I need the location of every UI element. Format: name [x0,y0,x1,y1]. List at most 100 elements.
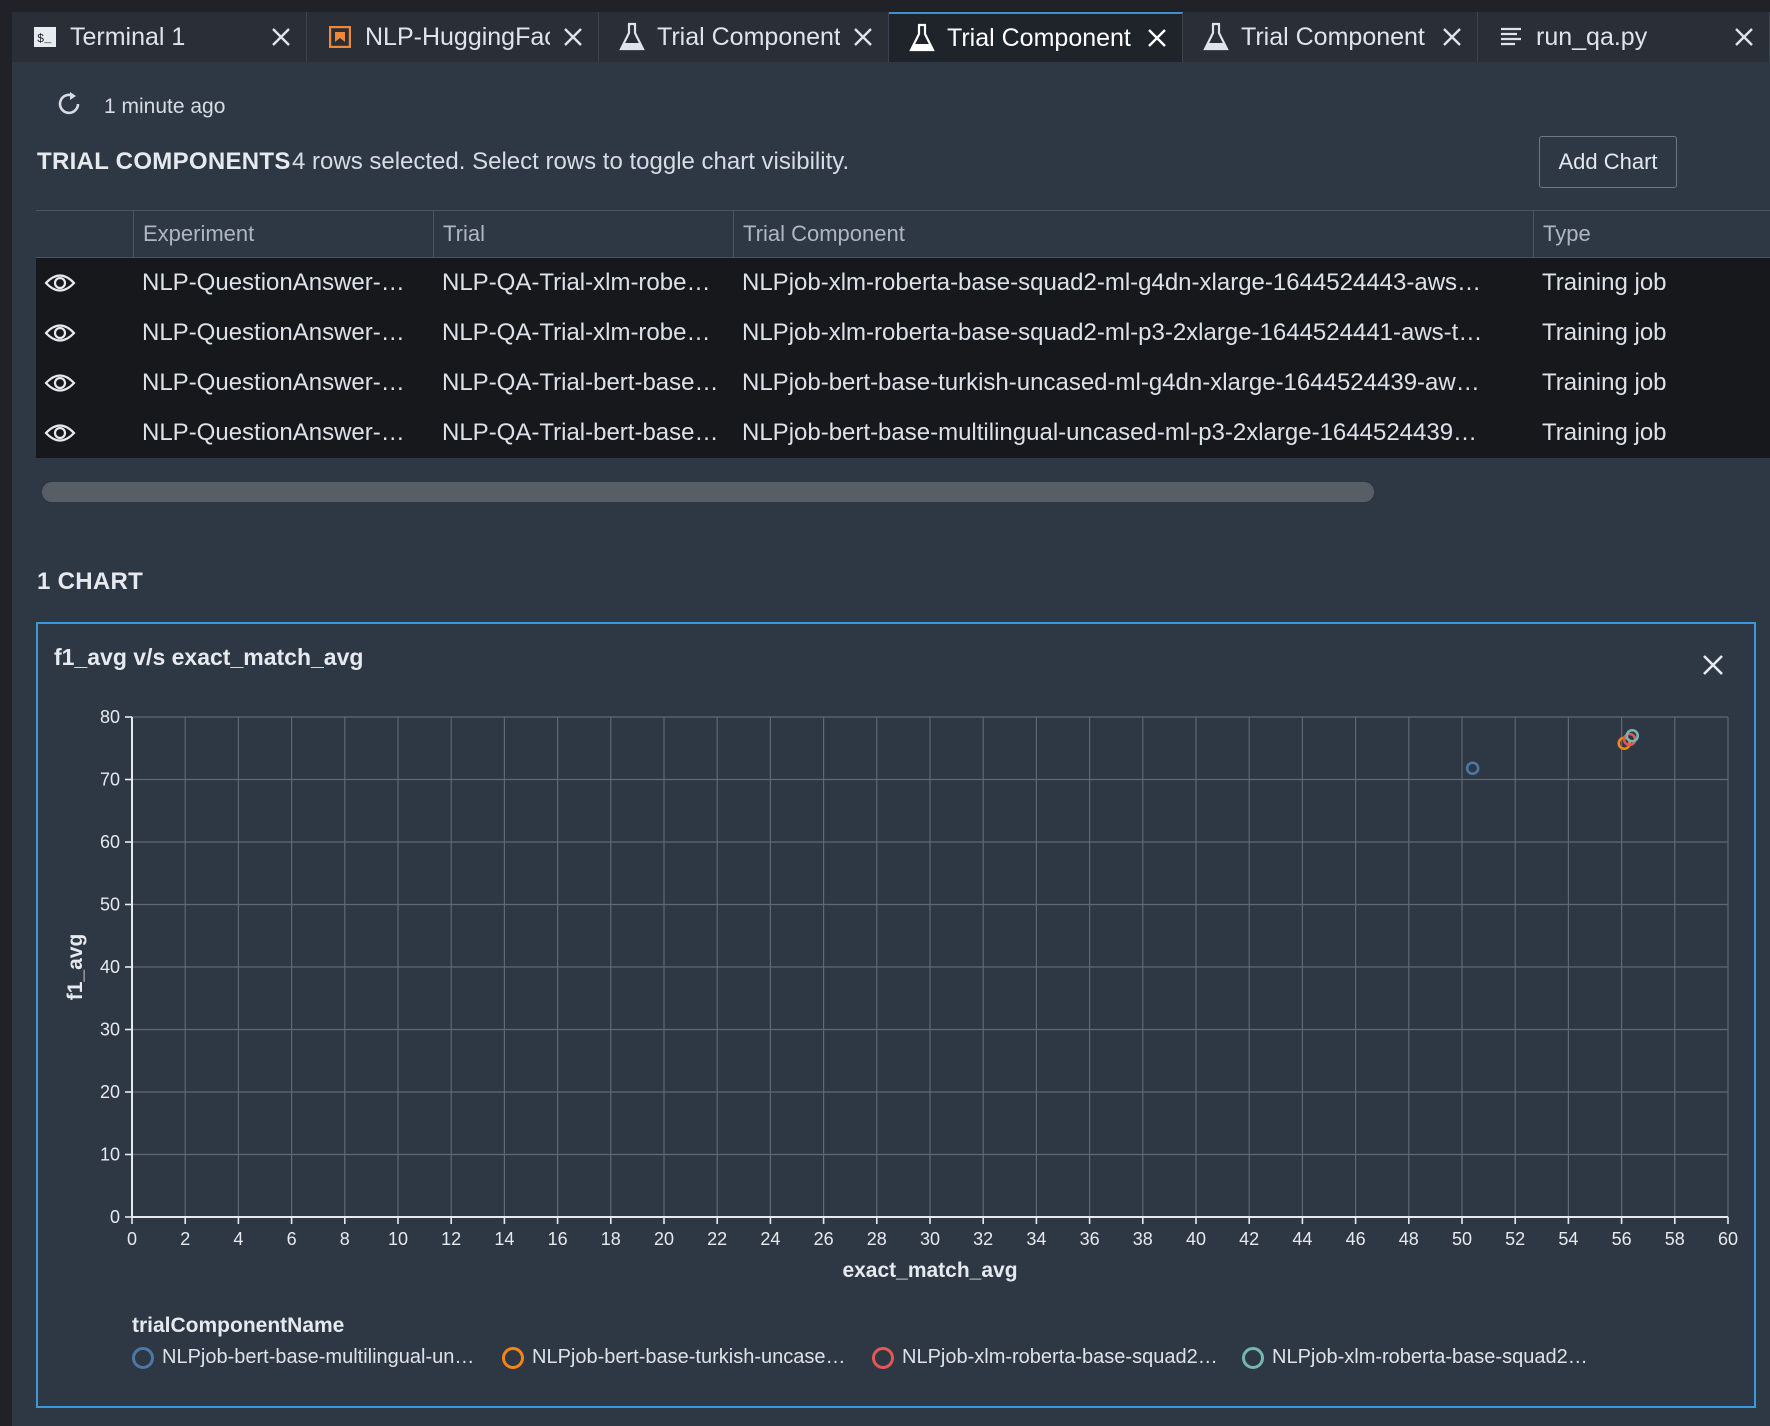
x-tick-label: 26 [814,1229,834,1249]
horizontal-scrollbar[interactable] [42,482,1374,502]
column-header-type[interactable]: Type [1533,211,1770,257]
x-tick-label: 50 [1452,1229,1472,1249]
x-tick-label: 12 [441,1229,461,1249]
tab-label: Trial Component [947,23,1131,52]
legend-swatch [872,1346,894,1369]
x-tick-label: 44 [1292,1229,1312,1249]
legend-item[interactable]: NLPjob-xlm-roberta-base-squad2… [1242,1346,1612,1369]
experiment-cell: NLP-QuestionAnswer-… [142,369,405,396]
tab-terminal[interactable]: $_ Terminal 1 [12,12,307,62]
legend-swatch [502,1346,524,1369]
close-icon[interactable] [1729,22,1759,52]
column-header-visibility [36,211,133,257]
column-header-experiment[interactable]: Experiment [133,211,433,257]
flask-icon [909,23,935,53]
x-tick-label: 6 [287,1229,297,1249]
x-tick-label: 38 [1133,1229,1153,1249]
x-tick-label: 18 [601,1229,621,1249]
eye-icon[interactable] [36,372,133,394]
table-row[interactable]: NLP-QuestionAnswer-… NLP-QA-Trial-bert-b… [36,358,1770,408]
legend-label: NLPjob-bert-base-turkish-uncase… [532,1346,846,1368]
column-header-trial[interactable]: Trial [433,211,733,257]
type-cell: Training job [1542,269,1667,296]
table-row[interactable]: NLP-QuestionAnswer-… NLP-QA-Trial-xlm-ro… [36,308,1770,358]
close-icon[interactable] [1437,22,1467,52]
notebook-icon [327,22,353,52]
trial-cell: NLP-QA-Trial-bert-base… [442,419,719,446]
tab-label: Trial Component [1241,22,1425,51]
x-tick-label: 16 [548,1229,568,1249]
scatter-plot: 0 2 4 6 8 10 12 14 16 18 20 22 24 26 28 30 32 34 36 38 40 42 4… [64,707,1738,1282]
y-tick-label: 30 [100,1020,120,1040]
x-tick-label: 4 [233,1229,243,1249]
close-icon[interactable] [1142,23,1172,53]
x-tick-label: 52 [1505,1229,1525,1249]
last-refreshed-text: 1 minute ago [104,94,226,118]
trial-component-cell: NLPjob-xlm-roberta-base-squad2-ml-p3-2xl… [742,319,1483,346]
trial-component-cell: NLPjob-xlm-roberta-base-squad2-ml-g4dn-x… [742,269,1482,296]
type-cell: Training job [1542,419,1667,446]
x-tick-label: 32 [973,1229,993,1249]
x-tick-label: 36 [1080,1229,1100,1249]
x-tick-label: 20 [654,1229,674,1249]
text-file-icon [1498,22,1524,52]
experiment-cell: NLP-QuestionAnswer-… [142,319,405,346]
x-tick-label: 0 [127,1229,137,1249]
tab-run-qa[interactable]: run_qa.py [1478,12,1770,62]
trial-cell: NLP-QA-Trial-bert-base… [442,369,719,396]
tab-label: Trial Component [657,22,840,51]
legend-item[interactable]: NLPjob-xlm-roberta-base-squad2… [872,1346,1242,1369]
trial-components-table: Experiment Trial Trial Component Type NL… [36,210,1770,458]
legend-label: NLPjob-xlm-roberta-base-squad2… [902,1346,1218,1368]
legend-label: NLPjob-xlm-roberta-base-squad2… [1272,1346,1588,1368]
y-tick-label: 80 [100,707,120,727]
eye-icon[interactable] [36,272,133,294]
add-chart-button[interactable]: Add Chart [1539,136,1677,188]
close-icon[interactable] [266,22,296,52]
x-tick-label: 60 [1718,1229,1738,1249]
x-tick-label: 46 [1346,1229,1366,1249]
legend-item[interactable]: NLPjob-bert-base-turkish-uncase… [502,1346,872,1369]
table-row[interactable]: NLP-QuestionAnswer-… NLP-QA-Trial-bert-b… [36,408,1770,458]
x-tick-label: 14 [494,1229,514,1249]
trial-cell: NLP-QA-Trial-xlm-robe… [442,319,711,346]
trial-components-heading: TRIAL COMPONENTS [37,148,291,175]
x-tick-label: 8 [340,1229,350,1249]
table-row[interactable]: NLP-QuestionAnswer-… NLP-QA-Trial-xlm-ro… [36,258,1770,308]
charts-heading: 1 CHART [37,568,144,595]
x-tick-label: 24 [760,1229,780,1249]
tab-trial-component-3[interactable]: Trial Component [1183,12,1478,62]
y-tick-label: 0 [110,1207,120,1227]
x-tick-label: 28 [867,1229,887,1249]
close-icon[interactable] [848,22,878,52]
legend-swatch [132,1346,154,1369]
legend-title: trialComponentName [132,1314,345,1337]
flask-icon [619,22,645,52]
flask-icon [1203,22,1229,52]
x-tick-label: 30 [920,1229,940,1249]
legend-item[interactable]: NLPjob-bert-base-multilingual-un… [132,1346,502,1369]
eye-icon[interactable] [36,422,133,444]
experiment-cell: NLP-QuestionAnswer-… [142,269,405,296]
eye-icon[interactable] [36,322,133,344]
tab-trial-component-2[interactable]: Trial Component [889,12,1183,62]
terminal-icon: $_ [32,22,58,52]
tab-notebook[interactable]: NLP-HuggingFac [307,12,599,62]
refresh-icon[interactable] [56,90,84,123]
trial-components-panel: 1 minute ago TRIAL COMPONENTS 4 rows sel… [12,62,1770,1426]
column-header-trial-component[interactable]: Trial Component [733,211,1533,257]
tab-label: NLP-HuggingFac [365,22,550,51]
close-icon[interactable] [558,22,588,52]
trial-component-cell: NLPjob-bert-base-turkish-uncased-ml-g4dn… [742,369,1480,396]
table-body: NLP-QuestionAnswer-… NLP-QA-Trial-xlm-ro… [36,258,1770,458]
experiment-cell: NLP-QuestionAnswer-… [142,419,405,446]
x-tick-label: 54 [1558,1229,1578,1249]
legend-swatch [1242,1346,1264,1369]
x-tick-label: 48 [1399,1229,1419,1249]
y-axis-title: f1_avg [64,934,87,1001]
y-tick-label: 20 [100,1082,120,1102]
tab-label: run_qa.py [1536,22,1648,51]
x-tick-label: 58 [1665,1229,1685,1249]
tab-trial-component-1[interactable]: Trial Component [599,12,889,62]
x-tick-label: 56 [1612,1229,1632,1249]
